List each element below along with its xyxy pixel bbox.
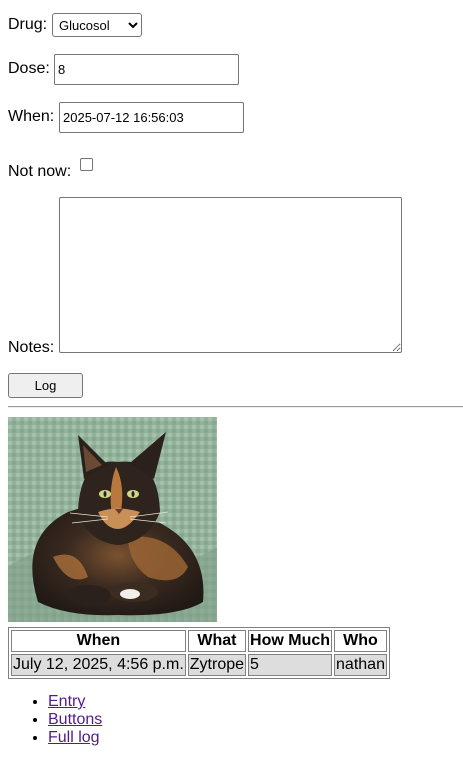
notes-textarea[interactable] [59,197,402,353]
dose-input[interactable] [54,54,239,85]
log-table: When What How Much Who July 12, 2025, 4:… [8,627,390,679]
when-input[interactable] [59,102,244,133]
log-table-header-row: When What How Much Who [11,630,387,652]
log-button[interactable]: Log [8,373,83,398]
divider [8,406,463,408]
cat-left-pupil [103,491,107,497]
nav-item-full-log: Full log [48,729,248,747]
notes-label: Notes: [8,339,55,356]
cell-when: July 12, 2025, 4:56 p.m. [11,654,186,676]
nav-item-entry: Entry [48,693,248,711]
cat-photo [8,417,217,622]
col-header-who: Who [334,630,387,652]
cat-right-pupil [131,491,135,497]
col-header-when: When [11,630,186,652]
full-log-link[interactable]: Full log [48,729,100,746]
entry-link[interactable]: Entry [48,693,85,710]
cat-paw-white [120,589,140,599]
cat-left-paw [66,585,110,605]
buttons-link[interactable]: Buttons [48,711,102,728]
nav-item-buttons: Buttons [48,711,248,729]
drug-label: Drug: [8,16,48,33]
table-row: July 12, 2025, 4:56 p.m. Zytrope 5 natha… [11,654,387,676]
col-header-how-much: How Much [248,630,333,652]
not-now-checkbox[interactable] [80,158,93,171]
cell-how-much: 5 [248,654,333,676]
nav-list: Entry Buttons Full log [8,693,248,747]
drug-select[interactable]: Glucosol [52,13,142,37]
dose-label: Dose: [8,60,50,77]
cell-who: nathan [334,654,387,676]
not-now-label: Not now: [8,163,72,180]
when-label: When: [8,108,55,125]
col-header-what: What [187,630,247,652]
cell-what: Zytrope [187,654,247,676]
